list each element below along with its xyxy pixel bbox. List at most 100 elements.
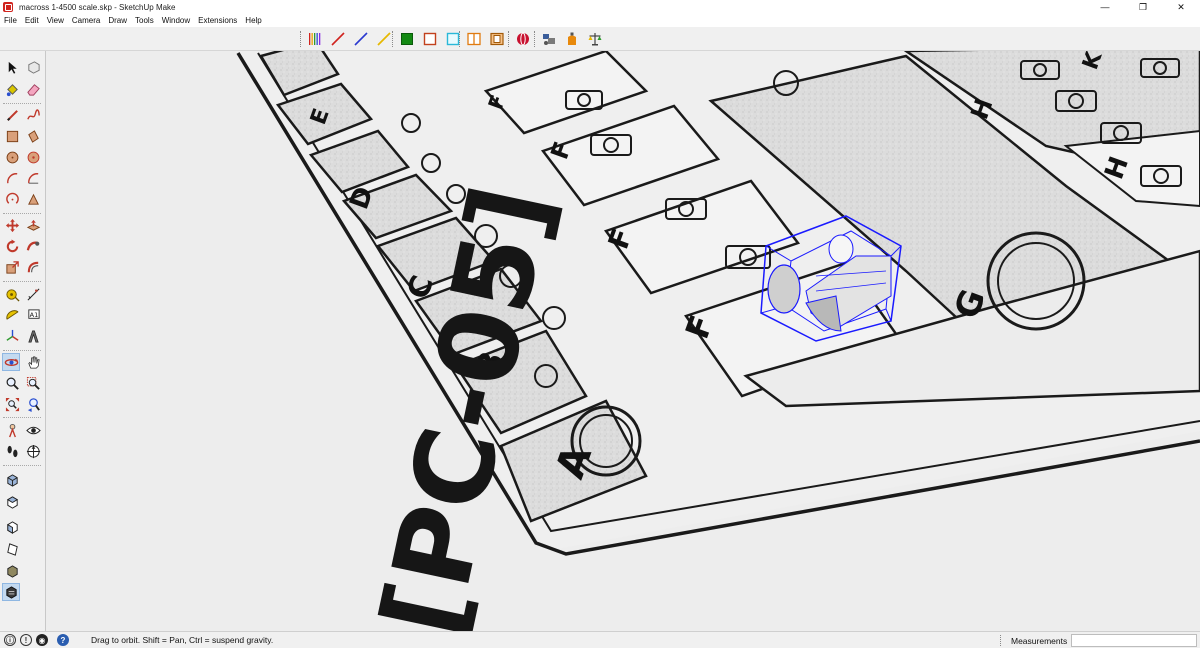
previous-view-icon[interactable]	[24, 395, 42, 413]
title-bar: macross 1-4500 scale.skp - SketchUp Make…	[0, 0, 1200, 14]
arc-icon[interactable]	[3, 169, 21, 187]
toolbar-grip[interactable]	[300, 31, 302, 47]
section-plane-icon[interactable]	[24, 442, 42, 460]
toolbar-group-materials	[508, 29, 536, 49]
orange-panel-icon[interactable]	[487, 29, 507, 49]
green-square-icon[interactable]	[397, 29, 417, 49]
zoom-extents-icon[interactable]	[3, 395, 21, 413]
geo-location-icon[interactable]: ⓘ	[4, 634, 16, 646]
rectangle-icon[interactable]	[3, 127, 21, 145]
position-camera-icon[interactable]	[3, 421, 21, 439]
walk-icon[interactable]	[3, 442, 21, 460]
3d-text-icon[interactable]	[24, 327, 42, 345]
pie-arc-icon[interactable]	[24, 169, 42, 187]
red-square-icon[interactable]	[420, 29, 440, 49]
dimension-icon[interactable]	[24, 285, 42, 303]
paint-bucket-icon[interactable]	[3, 80, 21, 98]
blue-axis-line-icon[interactable]	[351, 29, 371, 49]
follow-me-icon[interactable]	[24, 237, 42, 255]
credits-icon[interactable]: !	[20, 634, 32, 646]
red-sphere-icon[interactable]	[513, 29, 533, 49]
zoom-window-icon[interactable]	[24, 374, 42, 392]
toolbar-grip[interactable]	[459, 31, 461, 47]
close-button[interactable]: ✕	[1162, 0, 1200, 14]
toolbar-grip[interactable]	[508, 31, 510, 47]
user-icon[interactable]: ◉	[36, 634, 48, 646]
rotate-icon[interactable]	[3, 237, 21, 255]
restore-button[interactable]: ❐	[1124, 0, 1162, 14]
eraser-block-icon[interactable]	[24, 58, 42, 76]
components-icon[interactable]	[539, 29, 559, 49]
sketchup-logo-icon	[3, 2, 13, 12]
menu-help[interactable]: Help	[241, 16, 265, 25]
polygon-icon[interactable]	[24, 148, 42, 166]
toolbar-grip[interactable]	[534, 31, 536, 47]
barcode-icon[interactable]	[305, 29, 325, 49]
orange-columns-icon[interactable]	[464, 29, 484, 49]
tape-measure-icon[interactable]	[3, 285, 21, 303]
menu-draw[interactable]: Draw	[104, 16, 131, 25]
axes-icon[interactable]	[3, 327, 21, 345]
menu-extensions[interactable]: Extensions	[194, 16, 241, 25]
zoom-icon[interactable]	[3, 374, 21, 392]
menu-view[interactable]: View	[43, 16, 68, 25]
menu-window[interactable]: Window	[158, 16, 194, 25]
two-point-arc-icon[interactable]	[3, 190, 21, 208]
three-point-arc-icon[interactable]	[24, 190, 42, 208]
scale-tool-icon[interactable]	[3, 258, 21, 276]
orbit-icon[interactable]	[2, 353, 20, 371]
window-title: macross 1-4500 scale.skp - SketchUp Make	[19, 2, 176, 12]
menu-bar: File Edit View Camera Draw Tools Window …	[0, 14, 1200, 27]
menu-edit[interactable]: Edit	[21, 16, 43, 25]
toolbar-separator	[3, 281, 41, 282]
toolbar-grip[interactable]	[392, 31, 394, 47]
push-pull-icon[interactable]	[24, 216, 42, 234]
measurements-input[interactable]	[1071, 634, 1197, 647]
back-view-icon[interactable]	[3, 562, 21, 580]
left-toolbar: A1	[0, 51, 46, 631]
eraser-icon[interactable]	[24, 80, 42, 98]
yellow-line-icon[interactable]	[374, 29, 394, 49]
pencil-icon[interactable]	[3, 106, 21, 124]
front-view-icon[interactable]	[3, 518, 21, 536]
freehand-icon[interactable]	[24, 106, 42, 124]
top-toolbar	[0, 27, 1200, 51]
toolbar-group-warehouse	[534, 29, 608, 49]
rotated-rectangle-icon[interactable]	[24, 127, 42, 145]
model-viewport[interactable]: A B C D E F F F F G H H K [PC-05]	[46, 51, 1200, 631]
svg-text:A1: A1	[29, 310, 38, 318]
status-bar: ⓘ ! ◉ ? Drag to orbit. Shift = Pan, Ctrl…	[0, 631, 1200, 648]
window-controls: — ❐ ✕	[1086, 0, 1200, 14]
toolbar-separator	[3, 417, 41, 418]
right-view-icon[interactable]	[3, 540, 21, 558]
select-icon[interactable]	[3, 58, 21, 76]
toolbar-group-faces	[392, 29, 466, 49]
scale-icon[interactable]	[585, 29, 605, 49]
bottle-icon[interactable]	[562, 29, 582, 49]
toolbar-separator	[3, 213, 41, 214]
offset-icon[interactable]	[24, 258, 42, 276]
pan-icon[interactable]	[24, 353, 42, 371]
look-around-icon[interactable]	[24, 421, 42, 439]
toolbar-separator	[3, 350, 41, 351]
minimize-button[interactable]: —	[1086, 0, 1124, 14]
status-grip	[1000, 635, 1002, 646]
toolbar-group-tools	[459, 29, 510, 49]
status-message: Drag to orbit. Shift = Pan, Ctrl = suspe…	[91, 635, 274, 645]
iso-view-icon[interactable]	[3, 471, 21, 489]
protractor-icon[interactable]	[3, 306, 21, 324]
measurements-label: Measurements	[1011, 636, 1068, 646]
move-icon[interactable]	[3, 216, 21, 234]
circle-icon[interactable]	[3, 148, 21, 166]
left-view-icon[interactable]	[2, 583, 20, 601]
toolbar-group-styles	[300, 29, 397, 49]
menu-camera[interactable]: Camera	[68, 16, 104, 25]
help-icon[interactable]: ?	[57, 634, 69, 646]
menu-file[interactable]: File	[0, 16, 21, 25]
top-view-icon[interactable]	[3, 493, 21, 511]
red-axis-line-icon[interactable]	[328, 29, 348, 49]
toolbar-separator	[3, 465, 41, 466]
toolbar-separator	[3, 103, 41, 104]
menu-tools[interactable]: Tools	[131, 16, 158, 25]
text-icon[interactable]: A1	[24, 306, 42, 324]
